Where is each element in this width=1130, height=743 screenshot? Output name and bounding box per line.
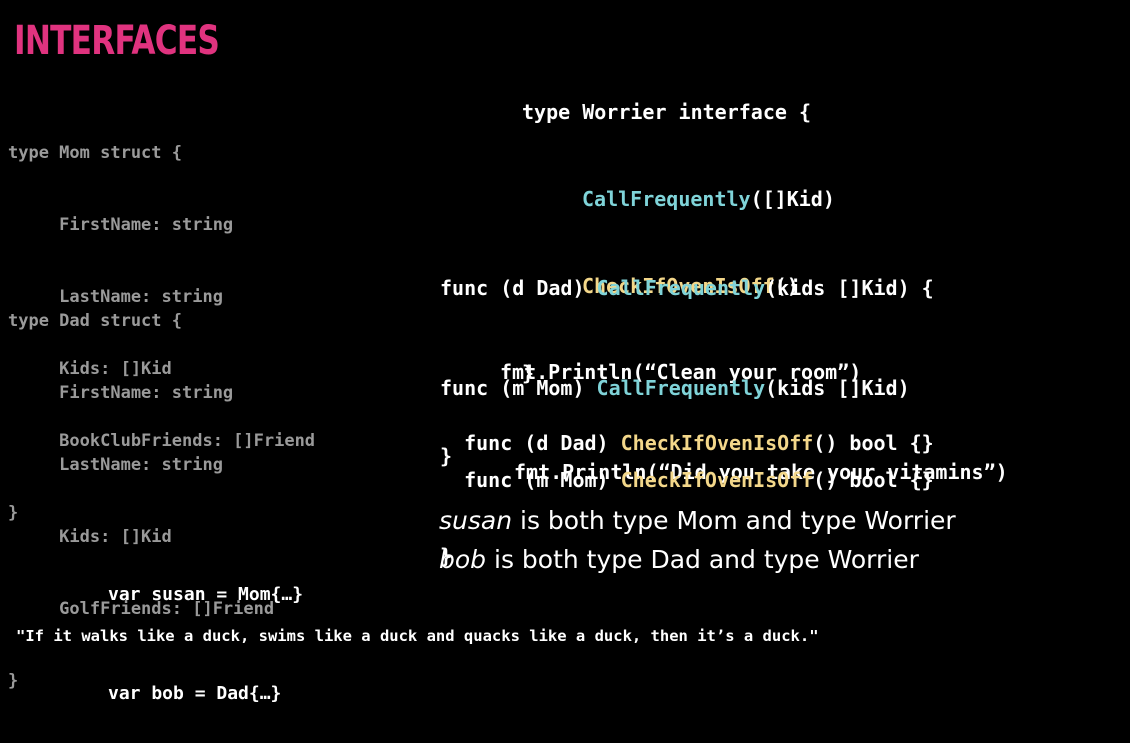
- method-name: CallFrequently: [582, 187, 751, 211]
- variable-name: susan: [439, 506, 513, 535]
- variable-name: bob: [439, 545, 487, 574]
- code-line: type Worrier interface {: [522, 100, 811, 124]
- susan-statement: susan is both type Mom and type Worrier: [439, 506, 956, 535]
- code-line: CallFrequently([]Kid): [522, 185, 835, 214]
- code-line: var susan = Mom{…}: [108, 584, 304, 605]
- code-text: () bool {}: [813, 468, 934, 492]
- code-text: func (m Mom): [464, 468, 621, 492]
- code-line: func (d Dad) CallFrequently(kids []Kid) …: [440, 274, 934, 302]
- duck-typing-quote: "If it walks like a duck, swims like a d…: [16, 627, 819, 645]
- statement-text: is both type Mom and type Worrier: [512, 506, 956, 535]
- code-text: func (m Mom): [440, 376, 597, 400]
- method-name: CallFrequently: [596, 276, 766, 300]
- slide-title: INTERFACES: [14, 18, 220, 64]
- method-signature: ([]Kid): [750, 187, 835, 211]
- code-line: type Mom struct {: [8, 143, 182, 163]
- code-line: func (m Mom) CallFrequently(kids []Kid): [440, 374, 1008, 402]
- code-text: (kids []Kid) {: [765, 276, 934, 300]
- mom-oven-code: func (m Mom) CheckIfOvenIsOff() bool {}: [440, 444, 934, 492]
- code-text: (kids []Kid): [765, 376, 910, 400]
- method-name: CallFrequently: [596, 376, 766, 400]
- code-line: FirstName: string: [8, 215, 234, 235]
- code-line: type Dad struct {: [8, 311, 182, 331]
- method-name: CheckIfOvenIsOff: [620, 468, 814, 492]
- bob-statement: bob is both type Dad and type Worrier: [439, 545, 919, 574]
- code-line: var bob = Dad{…}: [108, 683, 282, 704]
- code-text: func (d Dad): [440, 276, 597, 300]
- statement-text: is both type Dad and type Worrier: [486, 545, 919, 574]
- code-line: FirstName: string: [8, 383, 234, 403]
- code-line: LastName: string: [8, 455, 223, 475]
